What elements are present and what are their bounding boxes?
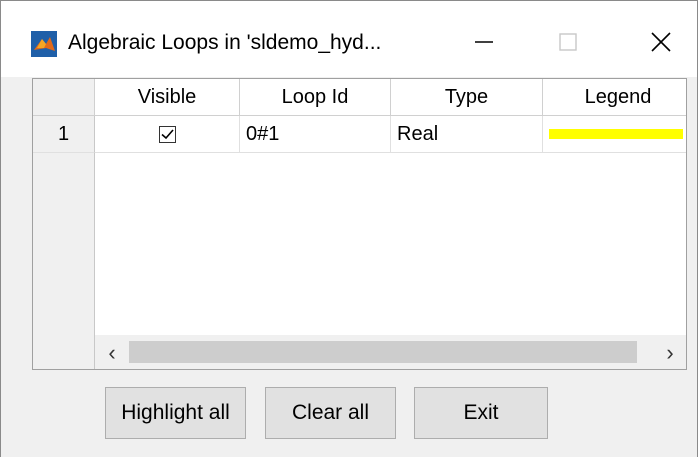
checkmark-icon (160, 128, 174, 139)
table-cell-visible[interactable] (95, 116, 240, 153)
minimize-icon (475, 41, 493, 43)
clear-all-button[interactable]: Clear all (265, 387, 396, 439)
scroll-right-button[interactable]: › (653, 335, 686, 369)
scrollbar-thumb[interactable] (129, 341, 637, 363)
minimize-button[interactable] (454, 19, 514, 65)
highlight-all-button[interactable]: Highlight all (105, 387, 246, 439)
table-cell-loop-id[interactable]: 0#1 (240, 116, 391, 153)
loops-table[interactable]: Visible Loop Id Type Legend 1 0#1 Real ‹ (32, 78, 687, 370)
scroll-left-button[interactable]: ‹ (95, 335, 129, 369)
table-cell-legend[interactable] (543, 116, 686, 153)
close-icon (651, 32, 671, 52)
legend-color-swatch (549, 129, 683, 139)
column-header-type[interactable]: Type (391, 79, 543, 116)
column-header-legend[interactable]: Legend (543, 79, 686, 116)
maximize-icon (559, 33, 577, 51)
window-title: Algebraic Loops in 'sldemo_hyd... (68, 31, 382, 54)
horizontal-scrollbar[interactable]: ‹ › (95, 335, 686, 369)
algebraic-loops-window: Algebraic Loops in 'sldemo_hyd... Visibl… (0, 0, 698, 457)
row-header-strip (33, 153, 95, 369)
maximize-button[interactable] (538, 19, 598, 65)
title-bar[interactable]: Algebraic Loops in 'sldemo_hyd... (1, 1, 697, 77)
visible-checkbox[interactable] (158, 125, 176, 143)
row-number[interactable]: 1 (33, 116, 95, 153)
table-corner (33, 79, 95, 116)
chevron-left-icon: ‹ (108, 339, 116, 365)
chevron-right-icon: › (666, 339, 674, 365)
close-button[interactable] (631, 19, 691, 65)
column-header-visible[interactable]: Visible (95, 79, 240, 116)
column-header-loop-id[interactable]: Loop Id (240, 79, 391, 116)
matlab-app-icon (31, 31, 57, 57)
table-cell-type[interactable]: Real (391, 116, 543, 153)
exit-button[interactable]: Exit (414, 387, 548, 439)
